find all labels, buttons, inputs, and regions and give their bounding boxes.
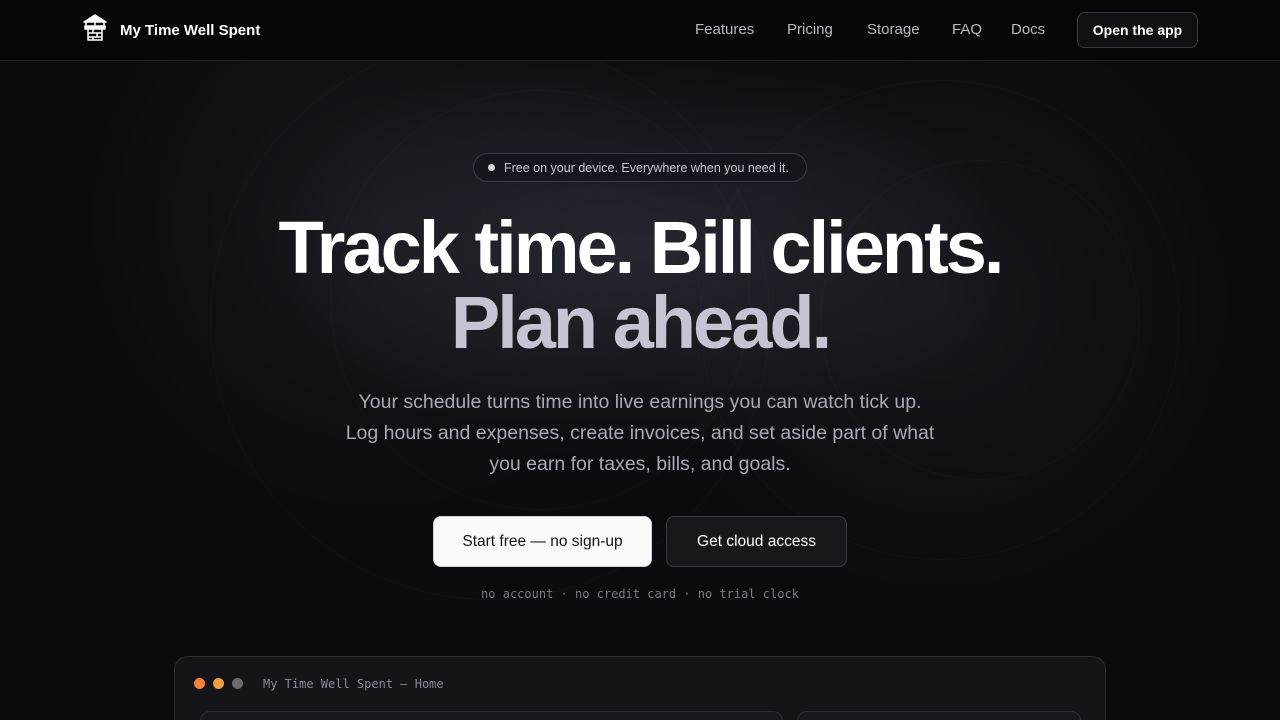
wishing-well-icon — [82, 13, 108, 48]
subtitle-line-2: Log hours and expenses, create invoices,… — [345, 422, 935, 444]
top-navigation: My Time Well Spent Features Pricing Stor… — [0, 0, 1280, 61]
headline-line-2: Plan ahead. — [450, 281, 832, 364]
headline-line-1: Track time. Bill clients. — [278, 206, 1005, 289]
brand[interactable]: My Time Well Spent — [82, 13, 261, 48]
preview-panel-main — [200, 711, 783, 720]
window-minimize-dot — [213, 678, 224, 689]
start-free-button[interactable]: Start free — no sign-up — [433, 516, 652, 567]
nav-link-storage[interactable]: Storage — [867, 21, 920, 38]
nav-link-docs[interactable]: Docs — [1011, 21, 1045, 38]
pill-text: Free on your device. Everywhere when you… — [504, 160, 789, 175]
subtitle-line-1: Your schedule turns time into live earni… — [358, 391, 922, 413]
get-cloud-access-button[interactable]: Get cloud access — [666, 516, 847, 567]
window-title: My Time Well Spent — Home — [263, 677, 444, 691]
status-dot-icon — [488, 164, 495, 171]
nav-link-pricing[interactable]: Pricing — [787, 21, 833, 38]
open-app-button[interactable]: Open the app — [1077, 12, 1198, 48]
brand-name: My Time Well Spent — [120, 21, 261, 39]
no-commitment-note: no account · no credit card · no trial c… — [481, 587, 799, 601]
subtitle-line-3: you earn for taxes, bills, and goals. — [489, 453, 791, 475]
app-preview-window: My Time Well Spent — Home — [174, 656, 1106, 720]
window-close-dot — [194, 678, 205, 689]
nav-link-features[interactable]: Features — [695, 21, 754, 38]
announcement-pill: Free on your device. Everywhere when you… — [473, 153, 807, 182]
nav-link-faq[interactable]: FAQ — [952, 21, 982, 38]
window-maximize-dot — [232, 678, 243, 689]
preview-panel-side — [797, 711, 1081, 720]
